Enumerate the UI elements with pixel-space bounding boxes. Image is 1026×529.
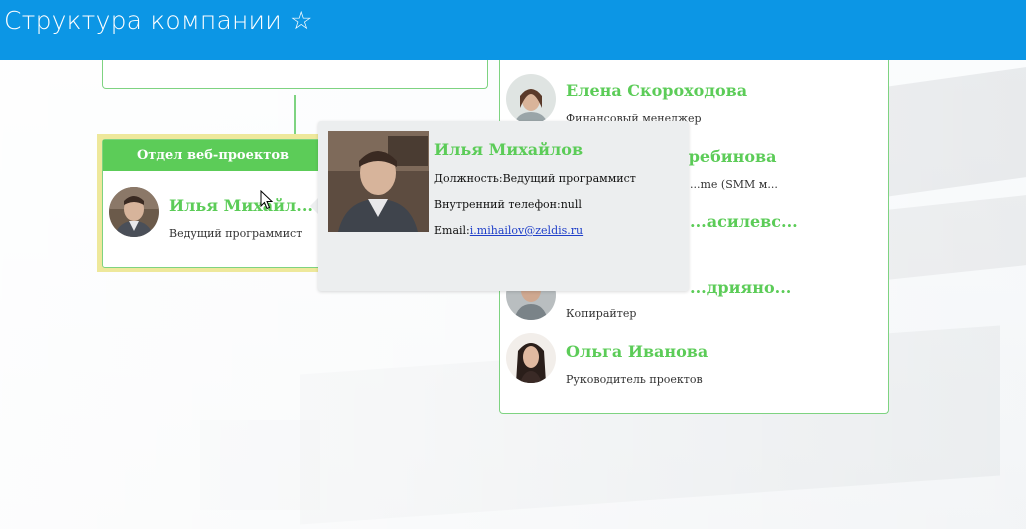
org-connector-line <box>294 95 296 135</box>
employee-name[interactable]: ...дрияно... <box>690 278 791 297</box>
email-label: Email: <box>434 224 470 237</box>
position-value: Ведущий программист <box>502 172 636 185</box>
tooltip-email: Email:i.mihailov@zeldis.ru <box>434 224 583 237</box>
employee-photo <box>328 131 429 232</box>
employee-role: Руководитель проектов <box>566 373 703 386</box>
position-label: Должность: <box>434 172 503 185</box>
phone-label: Внутренний телефон: <box>434 198 561 211</box>
tooltip-position: Должность:Ведущий программист <box>434 172 636 185</box>
employee-tooltip: Илья Михайлов Должность:Ведущий программ… <box>318 121 689 291</box>
parent-department-card[interactable] <box>102 60 488 89</box>
employee-avatar[interactable] <box>506 333 556 383</box>
employee-name[interactable]: Елена Скороходова <box>566 81 747 100</box>
employee-name[interactable]: Ольга Иванова <box>566 342 708 361</box>
tooltip-arrow <box>310 198 318 214</box>
tooltip-phone: Внутренний телефон:null <box>434 198 582 211</box>
mouse-pointer-icon <box>260 190 274 210</box>
email-link[interactable]: i.mihailov@zeldis.ru <box>470 224 583 237</box>
phone-value: null <box>560 198 582 211</box>
page-title: Структура компании ☆ <box>4 6 313 35</box>
employee-avatar[interactable] <box>109 187 159 237</box>
employee-name[interactable]: ...асилевс... <box>690 212 798 231</box>
employee-avatar[interactable] <box>506 74 556 124</box>
department-title: Отдел веб-проектов <box>103 140 323 171</box>
employee-role: Копирайтер <box>566 307 637 320</box>
employee-role: Ведущий программист <box>169 227 303 240</box>
employee-name[interactable]: Илья Михайл... <box>169 196 313 215</box>
page-header: Структура компании ☆ <box>0 0 1026 60</box>
department-card[interactable]: Отдел веб-проектов Илья Михайл... Ведущи… <box>102 139 324 268</box>
employee-role: ...me (SMM м... <box>690 178 778 191</box>
tooltip-employee-name: Илья Михайлов <box>434 140 584 159</box>
